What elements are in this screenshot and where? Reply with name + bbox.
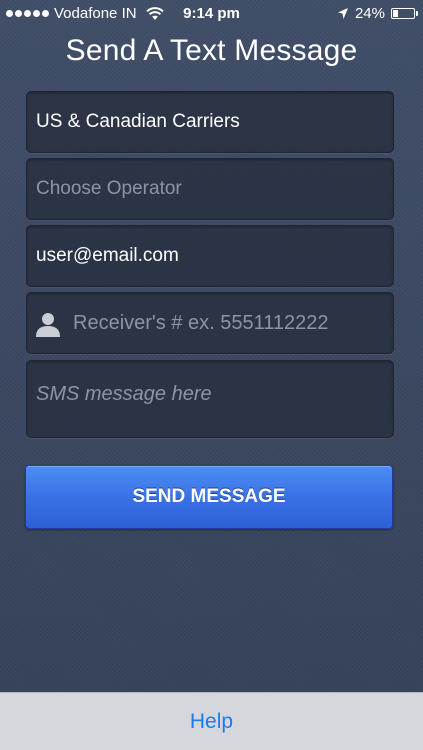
battery-percent: 24% [354, 5, 385, 22]
email-value: user@email.com [36, 245, 179, 266]
operator-placeholder: Choose Operator [36, 178, 182, 199]
status-right: 24% [337, 5, 418, 22]
battery-icon [391, 8, 418, 19]
page-title: Send A Text Message [65, 34, 358, 67]
bottom-bar: Help [0, 692, 423, 750]
receiver-number-field[interactable]: Receiver's # ex. 5551112222 [26, 292, 394, 354]
status-bar: Vodafone IN 9:14 pm 24% [0, 0, 423, 28]
message-placeholder: SMS message here [36, 383, 212, 405]
sms-message-field[interactable]: SMS message here [26, 360, 394, 438]
operator-select[interactable]: Choose Operator [26, 158, 394, 220]
email-field[interactable]: user@email.com [26, 225, 394, 287]
person-icon [36, 313, 60, 337]
help-button[interactable]: Help [190, 710, 233, 734]
carrier-select[interactable]: US & Canadian Carriers [26, 91, 394, 153]
send-message-button[interactable]: SEND MESSAGE [25, 465, 393, 529]
carrier-value: US & Canadian Carriers [36, 111, 240, 132]
location-arrow-icon [337, 8, 348, 19]
receiver-placeholder: Receiver's # ex. 5551112222 [73, 311, 329, 334]
